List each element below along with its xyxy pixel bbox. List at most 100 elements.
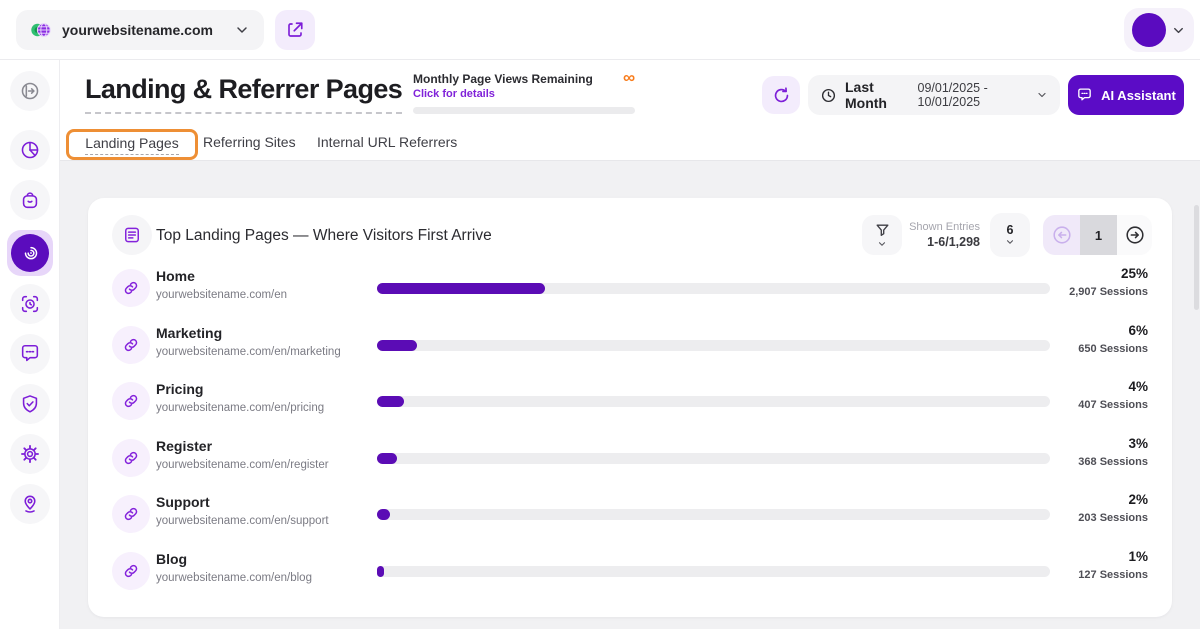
page-link-button[interactable] (112, 495, 150, 533)
page-url: yourwebsitename.com/en (156, 289, 287, 301)
sessions-bar-fill (377, 283, 545, 294)
link-icon (122, 279, 140, 297)
page-link-button[interactable] (112, 269, 150, 307)
shown-entries-label: Shown Entries (894, 221, 980, 233)
sidebar-item-security[interactable] (10, 384, 50, 424)
page-name: Register (156, 438, 212, 454)
ai-assistant-label: AI Assistant (1101, 88, 1176, 103)
shopping-bag-icon (19, 189, 41, 211)
chevron-down-icon (1005, 237, 1015, 247)
sidebar-item-settings[interactable] (10, 434, 50, 474)
site-selector-dropdown[interactable]: yourwebsitename.com (16, 10, 264, 50)
sessions-count: 650 Sessions (1078, 343, 1148, 355)
chevron-down-icon (1036, 89, 1048, 101)
sessions-bar-track (377, 283, 1050, 294)
page-name: Home (156, 268, 195, 284)
current-page-indicator[interactable]: 1 (1080, 215, 1117, 255)
page-link-button[interactable] (112, 326, 150, 364)
avatar (1132, 13, 1166, 47)
sessions-bar-track (377, 340, 1050, 351)
link-icon (122, 562, 140, 580)
sessions-bar-fill (377, 453, 397, 464)
ai-assistant-button[interactable]: AI Assistant (1068, 75, 1184, 115)
sessions-bar-track (377, 396, 1050, 407)
vertical-scrollbar[interactable] (1194, 205, 1199, 310)
location-pin-icon (19, 493, 41, 515)
tab-landing-pages[interactable]: Landing Pages (85, 135, 178, 155)
page-url: yourwebsitename.com/en/pricing (156, 402, 324, 414)
pagination: 1 (1043, 215, 1152, 255)
table-row: Marketing yourwebsitename.com/en/marketi… (88, 317, 1172, 374)
sidebar-item-ecommerce[interactable] (10, 180, 50, 220)
arrow-left-circle-icon (1051, 224, 1073, 246)
external-link-icon (286, 21, 304, 39)
table-row: Pricing yourwebsitename.com/en/pricing 4… (88, 373, 1172, 430)
page-views-details-link[interactable]: Click for details (413, 88, 635, 100)
table-row: Home yourwebsitename.com/en 25% 2,907 Se… (88, 260, 1172, 317)
sidebar-item-tracking[interactable] (10, 284, 50, 324)
page-size-dropdown[interactable]: 6 (990, 213, 1030, 257)
shield-check-icon (19, 393, 41, 415)
page-name: Marketing (156, 325, 222, 341)
table-row: Support yourwebsitename.com/en/support 2… (88, 486, 1172, 543)
sidebar-item-overview[interactable] (10, 130, 50, 170)
link-icon (122, 449, 140, 467)
shown-entries-value: 1-6/1,298 (894, 235, 980, 249)
settings-gear-icon (19, 443, 41, 465)
page-link-button[interactable] (112, 382, 150, 420)
refresh-icon (772, 86, 791, 105)
date-range-value: 09/01/2025 - 10/01/2025 (918, 81, 1028, 109)
sessions-percent: 1% (1128, 549, 1148, 564)
sessions-percent: 2% (1128, 492, 1148, 507)
tab-referring-sites[interactable]: Referring Sites (203, 134, 296, 150)
refresh-button[interactable] (762, 76, 800, 114)
previous-page-button[interactable] (1043, 215, 1080, 255)
page-link-button[interactable] (112, 552, 150, 590)
sessions-count: 2,907 Sessions (1069, 286, 1148, 298)
page-title: Landing & Referrer Pages (85, 74, 402, 114)
sessions-bar-track (377, 566, 1050, 577)
page-url: yourwebsitename.com/en/support (156, 515, 329, 527)
scan-target-icon (19, 293, 41, 315)
page-name: Support (156, 494, 210, 510)
arrow-right-circle-icon (1124, 224, 1146, 246)
date-range-picker[interactable]: Last Month 09/01/2025 - 10/01/2025 (808, 75, 1060, 115)
landing-pages-card: Top Landing Pages — Where Visitors First… (88, 198, 1172, 617)
main-content: Top Landing Pages — Where Visitors First… (60, 161, 1200, 629)
report-list-icon (112, 215, 152, 255)
sessions-bar-fill (377, 340, 417, 351)
filter-funnel-icon (874, 222, 891, 239)
page-name: Blog (156, 551, 187, 567)
chevron-down-icon (234, 22, 250, 38)
sessions-count: 368 Sessions (1078, 456, 1148, 468)
sessions-bar-fill (377, 396, 404, 407)
pie-chart-icon (19, 139, 41, 161)
tab-internal-url-referrers[interactable]: Internal URL Referrers (317, 134, 457, 150)
clock-icon (820, 87, 837, 104)
link-icon (122, 336, 140, 354)
annotation-box-orange: Landing Pages (66, 129, 198, 160)
link-icon (122, 505, 140, 523)
sessions-percent: 4% (1128, 379, 1148, 394)
card-header: Top Landing Pages — Where Visitors First… (88, 198, 1172, 260)
page-link-button[interactable] (112, 439, 150, 477)
page-views-label: Monthly Page Views Remaining (413, 72, 635, 86)
sessions-percent: 25% (1121, 266, 1148, 281)
shown-entries: Shown Entries 1-6/1,298 (894, 221, 980, 249)
sessions-bar-fill (377, 509, 390, 520)
sessions-bar-track (377, 509, 1050, 520)
table-row: Register yourwebsitename.com/en/register… (88, 430, 1172, 487)
account-menu[interactable] (1124, 8, 1194, 52)
next-page-button[interactable] (1117, 215, 1152, 255)
sessions-percent: 3% (1128, 436, 1148, 451)
chat-bubble-icon (19, 343, 41, 365)
sidebar-item-expand[interactable] (10, 71, 50, 111)
sidebar-item-visitors[interactable] (10, 484, 50, 524)
sidebar-item-feedback[interactable] (10, 334, 50, 374)
sidebar-item-sessions-active[interactable] (7, 230, 53, 276)
chevron-down-icon (1171, 23, 1186, 38)
page-url: yourwebsitename.com/en/marketing (156, 346, 341, 358)
sessions-percent: 6% (1128, 323, 1148, 338)
page-views-progressbar (413, 107, 635, 114)
open-site-button[interactable] (275, 10, 315, 50)
